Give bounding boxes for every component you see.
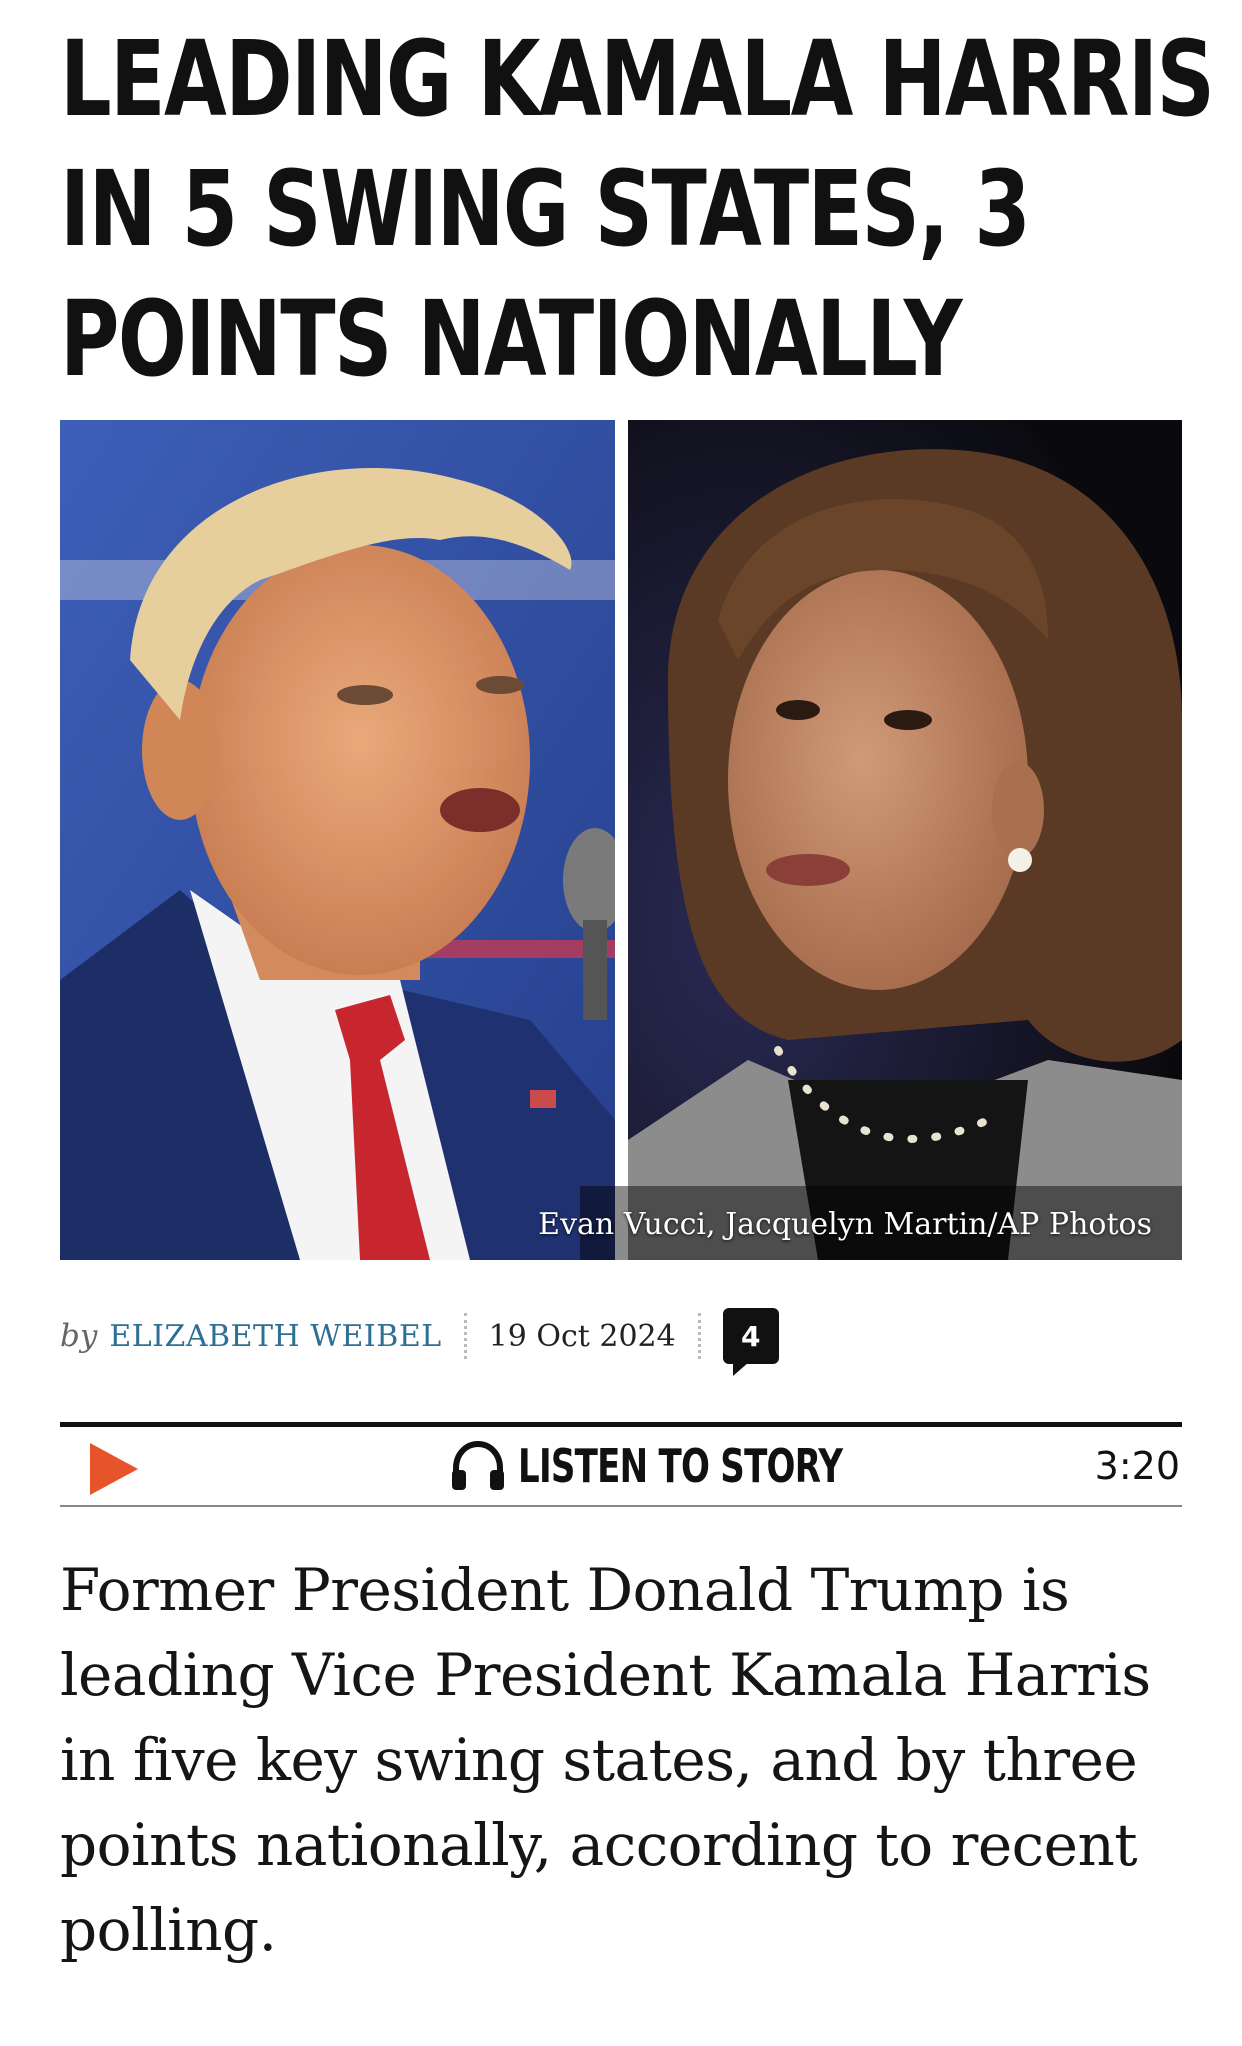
listen-to-story-button[interactable]: LISTEN TO STORY [450,1427,956,1505]
byline: by ELIZABETH WEIBEL 19 Oct 2024 4 [60,1308,779,1376]
headphones-icon [452,1440,504,1490]
article-headline: LEADING KAMALA HARRIS IN 5 SWING STATES,… [60,14,1215,404]
headline-line-2: IN 5 SWING STATES, 3 [60,148,1031,270]
audio-duration: 3:20 [1094,1444,1180,1488]
photo-right-portrait [628,420,1182,1260]
comment-bubble-icon[interactable]: 4 [722,1308,779,1376]
byline-divider [463,1313,467,1359]
headline-line-3: POINTS NATIONALLY [60,278,963,400]
headline-line-1: LEADING KAMALA HARRIS [60,18,1215,140]
article-lede: Former President Donald Trump is leading… [60,1556,1151,1964]
hero-photo[interactable]: Evan Vucci, Jacquelyn Martin/AP Photos [60,420,1182,1260]
listen-label: LISTEN TO STORY [518,1439,843,1493]
author-link[interactable]: ELIZABETH WEIBEL [109,1319,441,1354]
photo-left-portrait [60,420,615,1260]
portrait-illustration-left [60,420,615,1260]
comment-count: 4 [740,1319,761,1353]
play-icon[interactable] [90,1443,138,1495]
audio-player: LISTEN TO STORY 3:20 [60,1422,1182,1507]
photo-credit: Evan Vucci, Jacquelyn Martin/AP Photos [538,1207,1152,1242]
byline-prefix: by [60,1318,98,1354]
byline-divider [697,1313,701,1359]
portrait-illustration-right [628,420,1182,1260]
publish-date: 19 Oct 2024 [488,1318,676,1354]
